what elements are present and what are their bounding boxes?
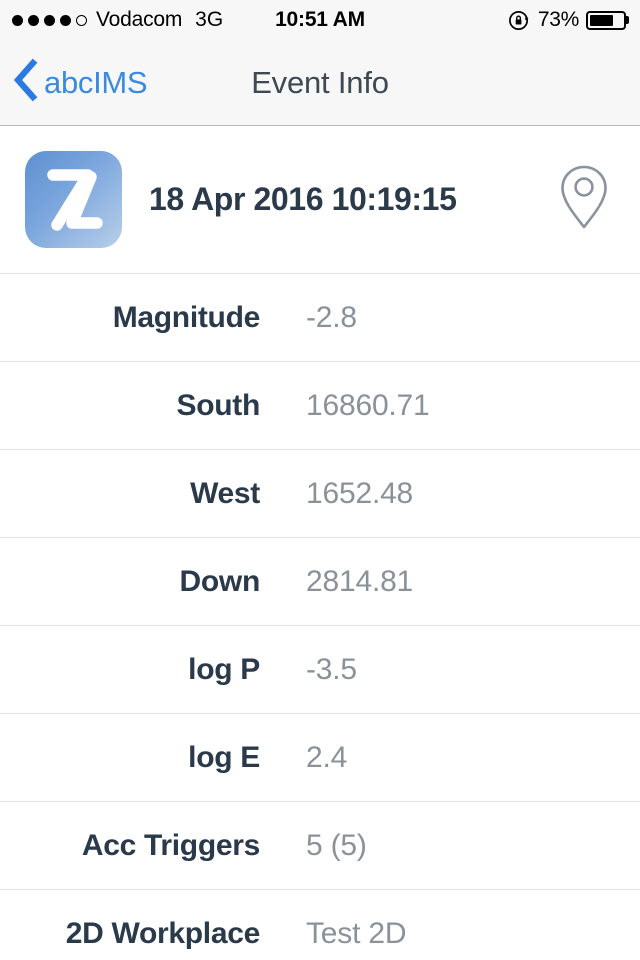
signal-strength-icon: [12, 14, 87, 26]
detail-row[interactable]: 2D Workplace Test 2D: [0, 890, 640, 960]
detail-row-value: -2.8: [306, 300, 357, 334]
detail-row-label: Magnitude: [112, 300, 261, 334]
signal-dot-5: [76, 14, 87, 26]
signal-dot-3: [44, 14, 55, 26]
battery-icon: [586, 10, 629, 30]
detail-row-value: -3.5: [306, 652, 357, 686]
detail-row-label: log E: [188, 740, 260, 774]
detail-row-label: 2D Workplace: [65, 916, 261, 950]
rotation-lock-icon: [508, 9, 531, 32]
map-pin-icon: [556, 161, 612, 238]
detail-row-value: 5 (5): [306, 828, 367, 862]
detail-row-value: 16860.71: [306, 388, 430, 422]
event-detail-list: Magnitude -2.8 South 16860.71 West 1652.48 Dow…: [0, 274, 640, 960]
battery-cap: [626, 16, 629, 24]
carrier-label: Vodacom: [96, 8, 183, 31]
detail-row-value: 2814.81: [306, 564, 414, 598]
detail-row[interactable]: West 1652.48: [0, 450, 640, 538]
detail-row[interactable]: Acc Triggers 5 (5): [0, 802, 640, 890]
battery-percent-label: 73%: [537, 8, 579, 31]
map-pin-button[interactable]: [554, 163, 614, 237]
detail-row[interactable]: Magnitude -2.8: [0, 274, 640, 362]
status-bar-right: 73%: [508, 8, 629, 32]
detail-row-value: Test 2D: [306, 916, 407, 950]
detail-row[interactable]: log P -3.5: [0, 626, 640, 714]
status-bar: Vodacom 3G 10:51 AM 73%: [0, 0, 640, 40]
detail-row-label: Acc Triggers: [81, 828, 260, 862]
signal-dot-4: [60, 14, 71, 26]
chevron-left-icon: [12, 58, 38, 107]
detail-row[interactable]: Down 2814.81: [0, 538, 640, 626]
network-type-label: 3G: [195, 8, 224, 31]
signal-dot-2: [28, 14, 39, 26]
back-button[interactable]: abcIMS: [12, 58, 148, 107]
status-bar-left: Vodacom 3G: [12, 8, 223, 32]
event-datetime: 18 Apr 2016 10:19:15: [149, 181, 457, 217]
signal-dot-1: [12, 14, 23, 26]
app-logo-icon: [25, 151, 122, 248]
detail-row-label: South: [176, 388, 261, 422]
navigation-bar: abcIMS Event Info: [0, 40, 640, 126]
detail-row-label: West: [190, 476, 260, 510]
detail-row[interactable]: South 16860.71: [0, 362, 640, 450]
back-button-label: abcIMS: [44, 64, 148, 100]
detail-row-label: Down: [179, 564, 261, 598]
detail-row-label: log P: [188, 652, 260, 686]
battery-fill: [590, 14, 614, 26]
event-header: 18 Apr 2016 10:19:15: [0, 126, 640, 274]
detail-row-value: 2.4: [306, 740, 348, 774]
detail-row[interactable]: log E 2.4: [0, 714, 640, 802]
detail-row-value: 1652.48: [306, 476, 414, 510]
